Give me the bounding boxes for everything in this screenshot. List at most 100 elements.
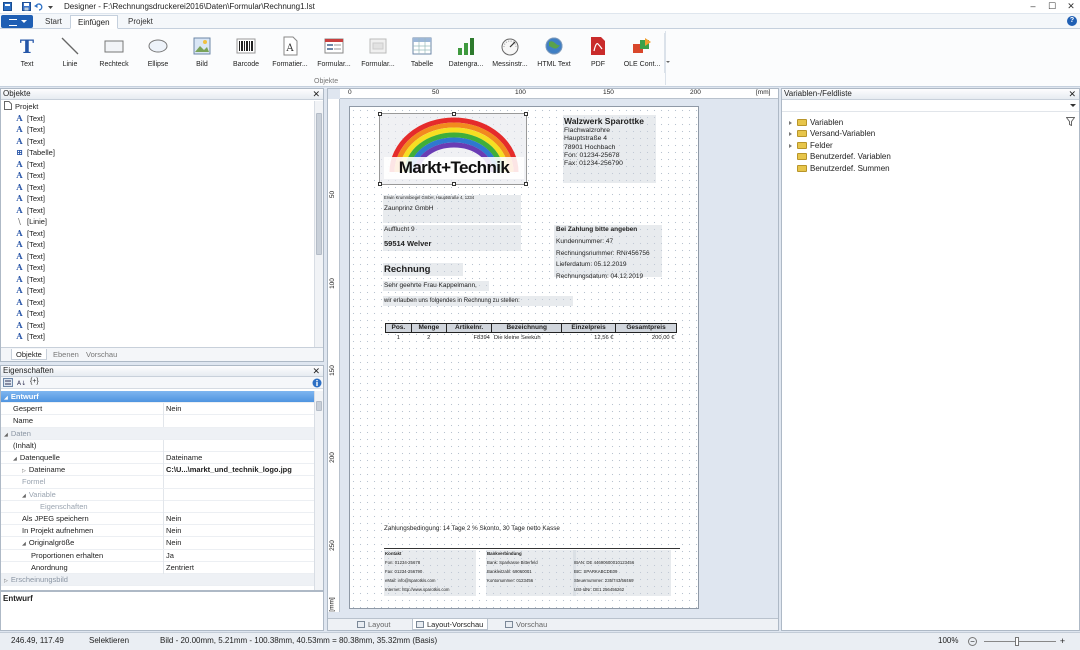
table-row[interactable]: 1 2 F8394 Die kleine Seekuh 12,56 € 200,00 € xyxy=(386,333,677,344)
variable-tree-item[interactable]: Felder xyxy=(789,140,833,151)
tree-item[interactable]: A [Text] xyxy=(15,113,45,125)
tree-item[interactable]: A [Text] xyxy=(15,159,45,171)
tree-item[interactable]: A [Text] xyxy=(15,228,45,240)
info-icon[interactable] xyxy=(312,378,322,388)
tab-einfuegen[interactable]: Einfügen xyxy=(70,15,118,29)
expand-toggle-icon[interactable]: ◢ xyxy=(22,541,26,547)
tree-item[interactable]: \ [Linie] xyxy=(15,216,47,228)
property-value[interactable] xyxy=(163,500,314,513)
quick-access-dropdown-icon[interactable] xyxy=(46,2,55,11)
zoom-slider-track[interactable] xyxy=(984,641,1056,642)
tree-item[interactable]: ⊞ [Tabelle] xyxy=(15,147,55,159)
property-row[interactable]: ◢ Datenquelle Dateiname xyxy=(1,452,314,465)
objects-scrollbar[interactable] xyxy=(314,101,323,348)
insert-image-button[interactable]: Bild xyxy=(180,34,224,74)
tree-item[interactable]: A [Text] xyxy=(15,320,45,332)
selection-handle[interactable] xyxy=(378,182,382,186)
property-value[interactable]: Nein xyxy=(163,403,314,416)
expand-toggle-icon[interactable]: ◢ xyxy=(4,432,8,438)
tree-item[interactable]: A [Text] xyxy=(15,193,45,205)
view-tab-layout[interactable]: Layout xyxy=(354,619,391,630)
objects-panel-close-icon[interactable]: ✕ xyxy=(312,89,320,99)
expand-toggle-icon[interactable]: ◢ xyxy=(13,456,17,462)
file-menu-button[interactable] xyxy=(1,15,33,28)
insert-line-button[interactable]: Linie xyxy=(48,34,92,74)
property-value[interactable] xyxy=(163,415,314,428)
property-row[interactable]: Anordnung Zentriert xyxy=(1,561,314,574)
property-row[interactable]: ◢ Variable xyxy=(1,488,314,501)
tree-item[interactable]: A [Text] xyxy=(15,274,45,286)
tree-item[interactable]: A [Text] xyxy=(15,262,45,274)
invoice-table[interactable]: Pos. Menge Artikelnr. Bezeichnung Einzelprei… xyxy=(385,323,677,343)
selection-handle[interactable] xyxy=(378,112,382,116)
property-row[interactable]: ◢ Daten xyxy=(1,427,314,440)
property-row[interactable]: Formel xyxy=(1,476,314,489)
zoom-slider-thumb[interactable] xyxy=(1015,637,1020,646)
insert-ellipse-button[interactable]: Ellipse xyxy=(136,34,180,74)
properties-scrollbar-thumb[interactable] xyxy=(316,401,322,411)
insert-html-text-button[interactable]: HTML Text xyxy=(532,34,576,74)
insert-rectangle-button[interactable]: Rechteck xyxy=(92,34,136,74)
property-value[interactable]: Nein xyxy=(163,537,314,550)
ribbon-scroll-button[interactable] xyxy=(664,33,670,73)
insert-formatted-text-button[interactable]: A Formatier... xyxy=(268,34,312,74)
properties-panel-close-icon[interactable]: ✕ xyxy=(312,366,320,376)
filter-icon[interactable] xyxy=(1066,117,1075,126)
tree-item[interactable]: A [Text] xyxy=(15,285,45,297)
alphabetical-view-icon[interactable]: A↓ xyxy=(16,378,26,387)
property-row[interactable]: In Projekt aufnehmen Nein xyxy=(1,525,314,538)
variables-panel-close-icon[interactable]: ✕ xyxy=(1068,89,1076,99)
view-tab-preview[interactable]: Vorschau xyxy=(502,619,547,630)
variable-tree-item[interactable]: Versand-Variablen xyxy=(789,128,875,139)
property-row[interactable]: ▷ Erscheinungsbild xyxy=(1,574,314,587)
maximize-button[interactable]: ☐ xyxy=(1043,0,1061,12)
insert-chart-button[interactable]: Datengra... xyxy=(444,34,488,74)
objects-scrollbar-thumb[interactable] xyxy=(316,113,322,255)
expand-toggle-icon[interactable]: ◢ xyxy=(4,395,8,401)
tree-item[interactable]: A [Text] xyxy=(15,239,45,251)
zoom-in-button[interactable]: + xyxy=(1058,637,1067,646)
property-row[interactable]: Gesperrt Nein xyxy=(1,403,314,416)
tab-projekt[interactable]: Projekt xyxy=(121,15,160,29)
selection-handle[interactable] xyxy=(524,112,528,116)
categorized-view-icon[interactable] xyxy=(3,378,13,387)
close-button[interactable]: ✕ xyxy=(1062,0,1080,12)
property-value[interactable]: Ja xyxy=(163,549,314,562)
expand-toggle-icon[interactable]: ▷ xyxy=(22,468,26,474)
insert-pdf-button[interactable]: PDF xyxy=(576,34,620,74)
tree-item[interactable]: A [Text] xyxy=(15,308,45,320)
property-value[interactable]: C:\U...\markt_und_technik_logo.jpg xyxy=(163,464,314,477)
tree-item[interactable]: A [Text] xyxy=(15,297,45,309)
tree-item[interactable]: A [Text] xyxy=(15,136,45,148)
variable-tree-item[interactable]: Benutzerdef. Summen xyxy=(789,163,890,174)
property-row[interactable]: ◢ Originalgröße Nein xyxy=(1,537,314,550)
expand-arrow-icon[interactable] xyxy=(789,143,794,148)
insert-form-control-button[interactable]: Formular... xyxy=(312,34,356,74)
property-row[interactable]: Eigenschaften xyxy=(1,500,314,513)
expand-arrow-icon[interactable] xyxy=(789,132,794,137)
insert-gauge-button[interactable]: Messinstr... xyxy=(488,34,532,74)
tree-root-projekt[interactable]: Projekt xyxy=(4,101,38,113)
selection-handle[interactable] xyxy=(452,182,456,186)
property-value[interactable]: Nein xyxy=(163,525,314,538)
variables-filter-dropdown[interactable] xyxy=(782,101,1079,112)
selection-handle[interactable] xyxy=(452,112,456,116)
subtab-ebenen[interactable]: Ebenen xyxy=(49,349,83,360)
property-row[interactable]: Als JPEG speichern Nein xyxy=(1,513,314,526)
sort-label[interactable]: {+} xyxy=(30,378,39,385)
insert-form-element-button[interactable]: Formular... xyxy=(356,34,400,74)
insert-barcode-button[interactable]: Barcode xyxy=(224,34,268,74)
selection-handle[interactable] xyxy=(524,182,528,186)
insert-table-button[interactable]: Tabelle xyxy=(400,34,444,74)
help-icon[interactable]: ? xyxy=(1067,16,1077,26)
minimize-button[interactable]: – xyxy=(1024,0,1042,12)
expand-arrow-icon[interactable] xyxy=(789,121,794,125)
tab-start[interactable]: Start xyxy=(38,15,69,29)
insert-text-button[interactable]: T Text xyxy=(5,34,49,74)
view-tab-layout-preview[interactable]: Layout-Vorschau xyxy=(412,619,489,630)
property-value[interactable]: Nein xyxy=(163,513,314,525)
variable-tree-item[interactable]: Benutzerdef. Variablen xyxy=(789,151,891,162)
logo-image-object[interactable]: Markt+Technik xyxy=(378,112,528,186)
tree-item[interactable]: A [Text] xyxy=(15,251,45,263)
tree-item[interactable]: A [Text] xyxy=(15,205,45,217)
